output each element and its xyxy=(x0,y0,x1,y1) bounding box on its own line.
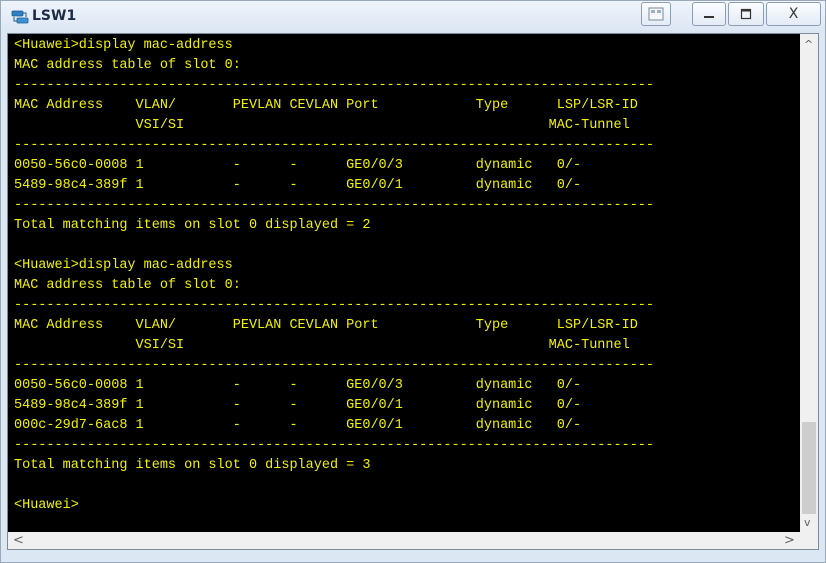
terminal-line: Total matching items on slot 0 displayed… xyxy=(14,218,371,233)
terminal-output[interactable]: <Huawei>display mac-address MAC address t… xyxy=(8,34,800,532)
chevron-down-icon[interactable]: v xyxy=(804,516,811,529)
terminal-line: ----------------------------------------… xyxy=(14,198,655,213)
close-icon: X xyxy=(788,6,799,22)
vertical-scrollbar[interactable]: ^ v xyxy=(800,34,818,532)
terminal-line: Total matching items on slot 0 displayed… xyxy=(14,458,371,473)
terminal-line: MAC Address VLAN/ PEVLAN CEVLAN Port Typ… xyxy=(14,318,638,333)
chevron-left-icon[interactable]: < xyxy=(13,533,24,548)
terminal-line: ----------------------------------------… xyxy=(14,358,655,373)
terminal-line: 000c-29d7-6ac8 1 - - GE0/0/1 dynamic 0/- xyxy=(14,418,582,433)
terminal-line: ----------------------------------------… xyxy=(14,438,655,453)
panel-icon xyxy=(648,7,664,21)
terminal-line: ----------------------------------------… xyxy=(14,298,655,313)
terminal-line: MAC address table of slot 0: xyxy=(14,278,241,293)
panel-button[interactable] xyxy=(641,2,671,26)
terminal-line: MAC Address VLAN/ PEVLAN CEVLAN Port Typ… xyxy=(14,98,638,113)
terminal-line: 0050-56c0-0008 1 - - GE0/0/3 dynamic 0/- xyxy=(14,158,582,173)
terminal-line: MAC address table of slot 0: xyxy=(14,58,241,73)
chevron-right-icon[interactable]: > xyxy=(784,533,795,548)
close-button[interactable]: X xyxy=(766,2,821,26)
console-frame: <Huawei>display mac-address MAC address t… xyxy=(7,33,819,550)
terminal-line: <Huawei> xyxy=(14,498,79,513)
console-window: LSW1 X <Huawei>display mac-address MAC ad… xyxy=(0,0,826,563)
vertical-scroll-thumb[interactable] xyxy=(802,422,816,514)
maximize-button[interactable] xyxy=(728,2,764,26)
terminal-line: 5489-98c4-389f 1 - - GE0/0/1 dynamic 0/- xyxy=(14,398,582,413)
terminal-line: 0050-56c0-0008 1 - - GE0/0/3 dynamic 0/- xyxy=(14,378,582,393)
minimize-button[interactable] xyxy=(692,2,726,26)
terminal-line: VSI/SI MAC-Tunnel xyxy=(14,338,630,353)
terminal-line: VSI/SI MAC-Tunnel xyxy=(14,118,630,133)
title-bar[interactable]: LSW1 X xyxy=(1,1,825,33)
resize-grip[interactable] xyxy=(800,532,818,549)
terminal-line: 5489-98c4-389f 1 - - GE0/0/1 dynamic 0/- xyxy=(14,178,582,193)
network-switch-icon xyxy=(11,10,29,24)
minimize-icon xyxy=(704,16,714,18)
terminal-line: ----------------------------------------… xyxy=(14,138,655,153)
chevron-up-icon[interactable]: ^ xyxy=(804,38,813,51)
window-title: LSW1 xyxy=(32,8,77,24)
horizontal-scrollbar[interactable]: < > xyxy=(8,532,800,549)
terminal-line: <Huawei>display mac-address xyxy=(14,38,233,53)
terminal-line: <Huawei>display mac-address xyxy=(14,258,233,273)
maximize-icon xyxy=(740,8,752,20)
terminal-line: ----------------------------------------… xyxy=(14,78,655,93)
